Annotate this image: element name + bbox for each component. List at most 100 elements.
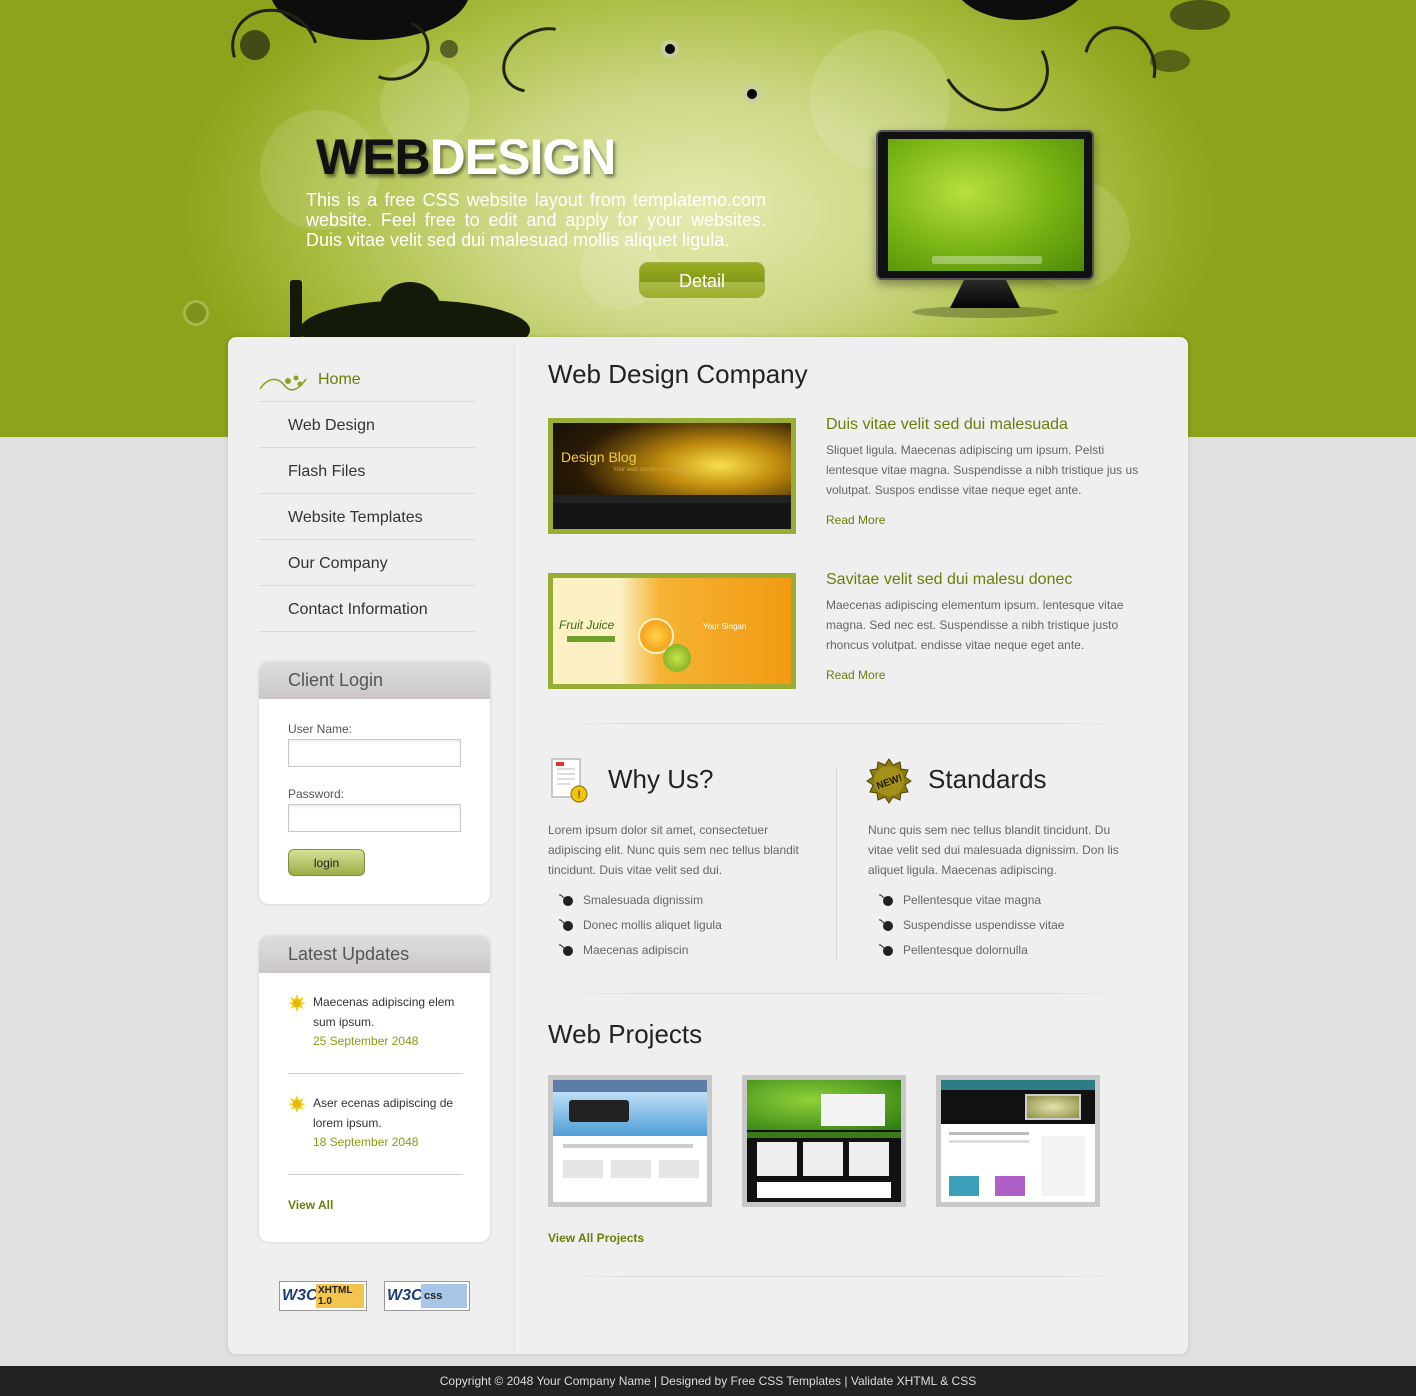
standards-bullet: Pellentesque dolornulla xyxy=(878,940,1028,960)
project-thumbnail[interactable] xyxy=(548,1075,712,1207)
svg-text:!: ! xyxy=(577,789,580,801)
flower-silhouette xyxy=(380,282,440,332)
fruit-juice-preview: Fruit Juice Your Slogan xyxy=(553,578,791,684)
site-footer: Copyright © 2048 Your Company Name | Des… xyxy=(0,1366,1416,1396)
nav-item-web-design[interactable]: Web Design xyxy=(259,402,475,448)
nav-item-contact-information[interactable]: Contact Information xyxy=(259,586,475,632)
project-thumbnail[interactable] xyxy=(936,1075,1100,1207)
detail-button[interactable]: Detail xyxy=(639,262,765,298)
monitor-dock xyxy=(932,256,1042,264)
post-title[interactable]: Duis vitae velit sed dui malesuada xyxy=(826,416,1068,434)
post-thumbnail[interactable]: Design Blog Your web design resources xyxy=(548,418,796,534)
dot-ornament xyxy=(743,85,761,103)
header-intro: This is a free CSS website layout from t… xyxy=(306,190,766,250)
thumb-heading: Design Blog xyxy=(561,449,637,465)
nav-item-our-company[interactable]: Our Company xyxy=(259,540,475,586)
projects-title: Web Projects xyxy=(548,1019,703,1049)
post-body: Maecenas adipiscing elementum ipsum. len… xyxy=(826,598,1124,652)
thumb-heading: Fruit Juice xyxy=(559,618,615,632)
bullet-text: Maecenas adipiscin xyxy=(583,943,689,957)
monitor-illustration xyxy=(876,130,1094,280)
logo-design: DESIGN xyxy=(429,129,617,185)
xhtml-valid-badge[interactable]: W3C XHTML 1.0 xyxy=(279,1281,367,1311)
nav-item-home[interactable]: Home xyxy=(259,356,475,402)
username-label: User Name: xyxy=(288,722,353,736)
password-label: Password: xyxy=(288,787,345,801)
post-body: Sliquet ligula. Maecenas adipiscing um i… xyxy=(826,443,1139,497)
section-divider xyxy=(560,723,1126,724)
thumb-content xyxy=(553,503,791,529)
read-more-link[interactable]: Read More xyxy=(826,513,885,527)
project-preview-blue xyxy=(553,1080,707,1202)
bullet-flower-icon xyxy=(558,944,573,956)
update-text: Aser ecenas adipiscing de lorem ipsum. xyxy=(313,1096,454,1130)
update-item: Aser ecenas adipiscing de lorem ipsum. 1… xyxy=(288,1095,464,1155)
latest-updates-box: Latest Updates Maecenas adipiscing elem … xyxy=(259,936,490,1242)
post-title[interactable]: Savitae velit sed dui malesu donec xyxy=(826,571,1072,589)
standards-bullet: Pellentesque vitae magna xyxy=(878,890,1041,910)
sidebar-divider xyxy=(513,345,519,1353)
bullet-text: Donec mollis aliquet ligula xyxy=(583,918,722,932)
project-preview-green xyxy=(747,1080,901,1202)
password-field[interactable] xyxy=(288,804,461,832)
dot-ornament xyxy=(661,40,679,58)
update-text: Maecenas adipiscing elem sum ipsum. xyxy=(313,995,455,1029)
why-us-title: Why Us? xyxy=(608,764,714,794)
login-button[interactable]: login xyxy=(288,849,365,876)
update-divider xyxy=(288,1174,463,1175)
css-valid-badge[interactable]: W3C css xyxy=(384,1281,470,1311)
why-us-bullet: Donec mollis aliquet ligula xyxy=(558,915,722,935)
sun-icon xyxy=(288,994,306,1012)
logo-web: WEB xyxy=(316,129,431,185)
view-all-updates-link[interactable]: View All xyxy=(288,1198,333,1212)
w3c-text: W3C xyxy=(282,1287,318,1304)
bullet-flower-icon xyxy=(558,919,573,931)
document-warning-icon: ! xyxy=(551,758,588,803)
client-login-title: Client Login xyxy=(259,662,490,699)
standards-bullet: Suspendisse uspendisse vitae xyxy=(878,915,1064,935)
w3c-text: W3C xyxy=(387,1287,423,1304)
update-divider xyxy=(288,1073,463,1074)
leaf-ornament xyxy=(240,30,270,60)
thumb-tagline: Your Slogan xyxy=(703,622,747,631)
thumb-nav-bar xyxy=(553,495,791,503)
css-label: css xyxy=(421,1284,467,1308)
section-divider xyxy=(560,1276,1126,1277)
bullet-flower-icon xyxy=(878,919,893,931)
bullet-flower-icon xyxy=(878,894,893,906)
latest-updates-title: Latest Updates xyxy=(259,936,490,973)
username-field[interactable] xyxy=(288,739,461,767)
why-us-text: Lorem ipsum dolor sit amet, consectetuer… xyxy=(548,823,799,877)
sun-icon xyxy=(288,1095,306,1113)
lime-slice xyxy=(663,644,691,672)
why-us-bullet: Smalesuada dignissim xyxy=(558,890,703,910)
site-logo: WEBDESIGN xyxy=(316,128,617,186)
bullet-text: Pellentesque vitae magna xyxy=(903,893,1042,907)
leaf-ornament xyxy=(440,40,458,58)
standards-title: Standards xyxy=(928,764,1047,794)
leaf-ornament xyxy=(1170,0,1230,30)
update-date: 18 September 2048 xyxy=(313,1135,419,1149)
update-date: 25 September 2048 xyxy=(313,1034,419,1048)
xhtml-label: XHTML 1.0 xyxy=(316,1284,364,1308)
thumb-menu-item xyxy=(567,636,615,642)
project-preview-corporate xyxy=(941,1080,1095,1202)
read-more-link[interactable]: Read More xyxy=(826,668,885,682)
flower-ornament xyxy=(183,300,209,326)
nav-item-website-templates[interactable]: Website Templates xyxy=(259,494,475,540)
monitor-screen xyxy=(888,139,1084,271)
new-seal-icon: NEW! xyxy=(866,758,912,804)
bullet-text: Smalesuada dignissim xyxy=(583,893,704,907)
post-thumbnail[interactable]: Fruit Juice Your Slogan xyxy=(548,573,796,689)
nav-item-flash-files[interactable]: Flash Files xyxy=(259,448,475,494)
bullet-flower-icon xyxy=(878,944,893,956)
column-divider xyxy=(836,768,837,960)
company-title: Web Design Company xyxy=(548,359,808,389)
leaf-ornament xyxy=(1150,50,1190,72)
thumb-tagline: Your web design resources xyxy=(613,467,686,473)
client-login-box: Client Login User Name: Password: login xyxy=(259,662,490,904)
view-all-projects-link[interactable]: View All Projects xyxy=(548,1231,644,1245)
design-blog-preview: Design Blog Your web design resources xyxy=(553,423,791,529)
bullet-text: Suspendisse uspendisse vitae xyxy=(903,918,1065,932)
project-thumbnail[interactable] xyxy=(742,1075,906,1207)
